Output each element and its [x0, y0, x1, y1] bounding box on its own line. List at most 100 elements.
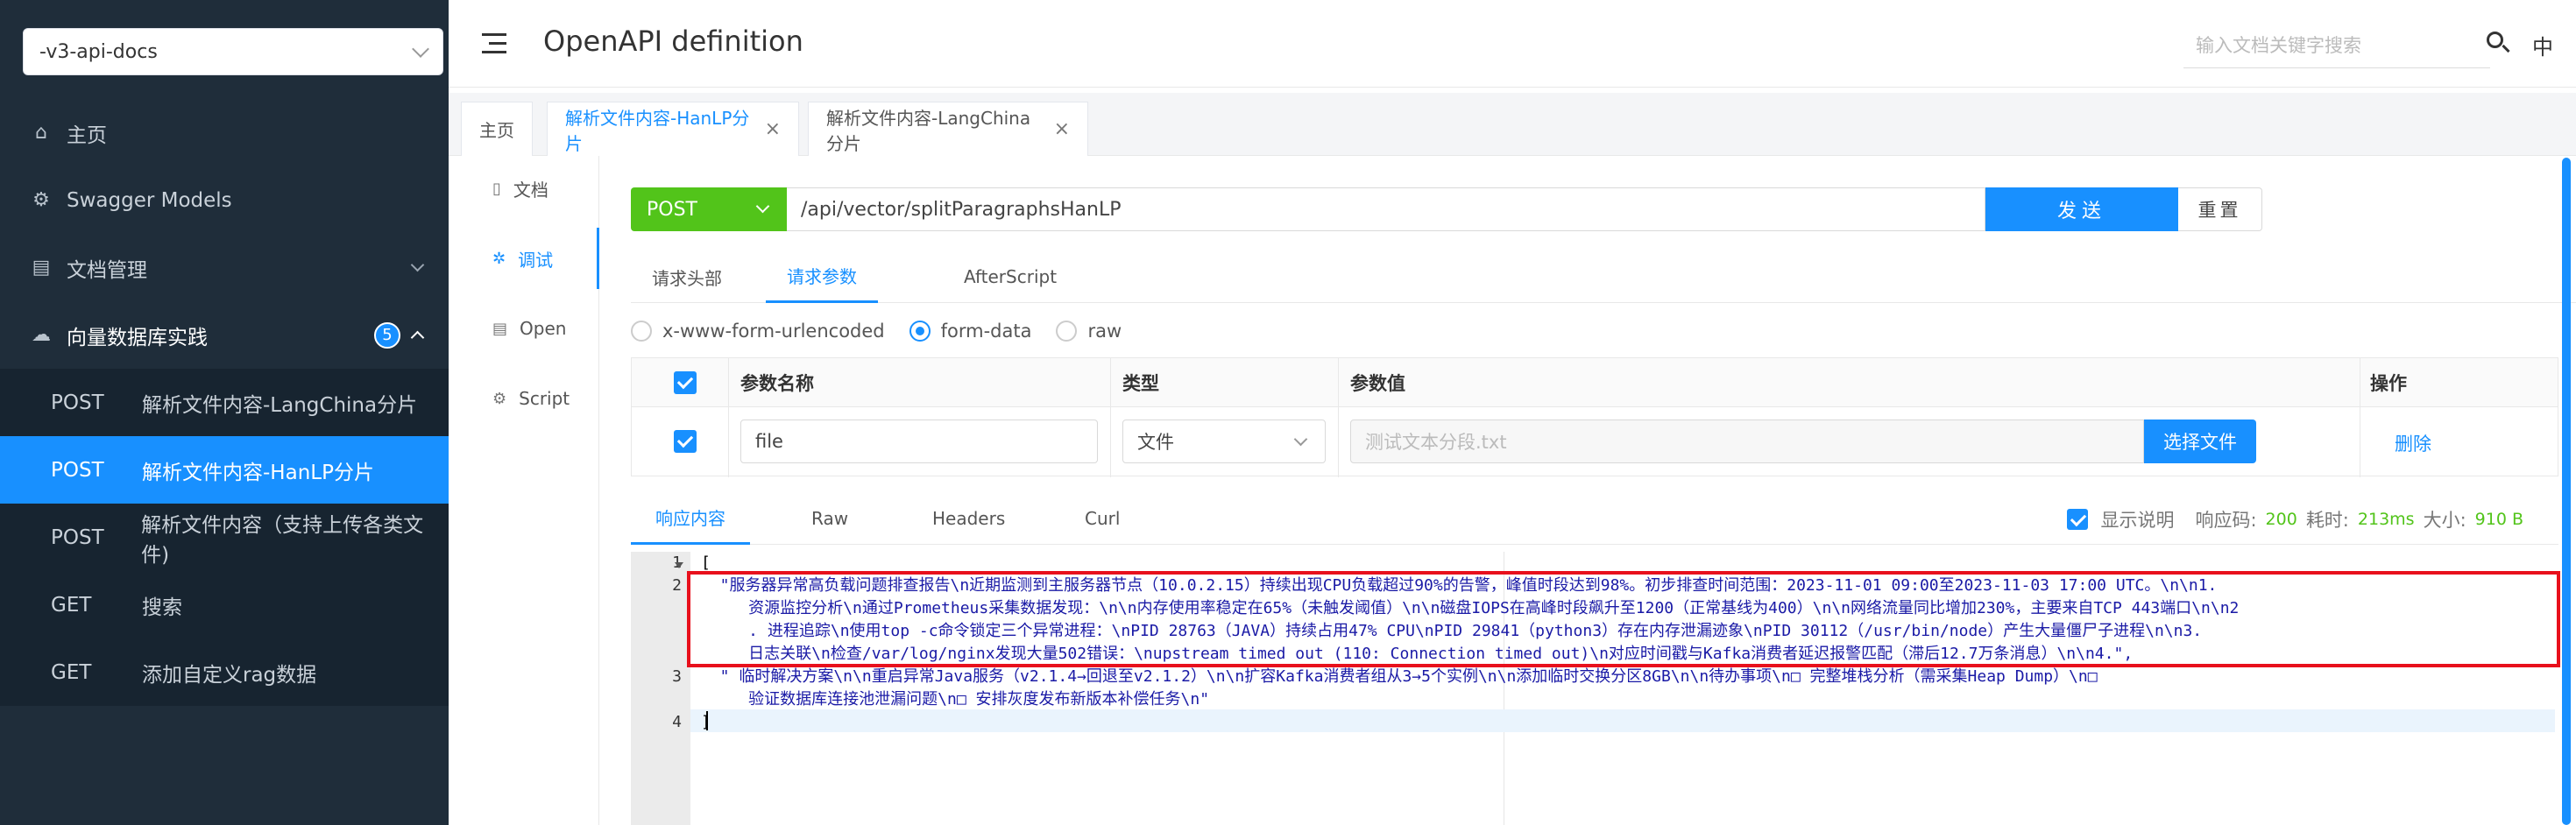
cloud-icon: ☁ [32, 324, 51, 346]
inner-tab-label: 调试 [518, 249, 554, 271]
collapse-menu-icon[interactable] [482, 33, 506, 54]
col-header-op: 操作 [2370, 372, 2407, 394]
line-number: 2 [672, 576, 682, 595]
radio-label: form-data [940, 321, 1032, 342]
sidebar-item-label: 主页 [67, 123, 107, 147]
chevron-up-icon [410, 330, 425, 345]
inner-tab-debug[interactable]: ✲ 调试 [449, 228, 599, 289]
radio-raw[interactable]: raw [1056, 321, 1122, 342]
inner-tab-open[interactable]: ▤ Open [449, 298, 599, 359]
sidebar-item-home[interactable]: ⌂ 主页 [0, 99, 449, 166]
api-label: 搜索 [142, 596, 182, 619]
radio-dot [1056, 321, 1078, 342]
sidebar-api-hanlp[interactable]: POST 解析文件内容-HanLP分片 [0, 436, 449, 504]
inner-tab-label: Script [519, 388, 570, 409]
chevron-down-icon [412, 40, 429, 58]
radio-urlencoded[interactable]: x-www-form-urlencoded [631, 321, 885, 342]
choose-file-button[interactable]: 选择文件 [2144, 420, 2256, 463]
api-label: 解析文件内容-HanLP分片 [142, 461, 374, 484]
size-label: 大小: [2423, 510, 2466, 531]
search-placeholder: 输入文档关键字搜索 [2196, 34, 2361, 56]
radio-dot [909, 321, 931, 342]
sidebar-item-doc-management[interactable]: ▤ 文档管理 [0, 234, 449, 301]
params-header-row: 参数名称 类型 参数值 操作 [632, 358, 2558, 407]
fold-icon[interactable] [675, 562, 683, 568]
tab-label: 解析文件内容-HanLP分片 [565, 107, 750, 154]
param-file-placeholder: 测试文本分段.txt [1365, 432, 1507, 453]
http-method: POST [51, 391, 104, 414]
col-header-type: 类型 [1122, 372, 1159, 394]
reset-button[interactable]: 重置 [2178, 187, 2262, 231]
rtab-raw[interactable]: Raw [811, 492, 848, 545]
tab-langchina[interactable]: 解析文件内容-LangChina分片 × [808, 102, 1088, 156]
sidebar-item-label: Swagger Models [67, 188, 232, 212]
show-desc-label: 显示说明 [2100, 510, 2175, 531]
subtab-afterscript[interactable]: AfterScript [964, 250, 1057, 303]
inner-tab-script[interactable]: ⚙ Script [449, 368, 599, 429]
language-switch[interactable]: 中 [2532, 30, 2553, 60]
active-line [690, 709, 2555, 732]
rtab-curl[interactable]: Curl [1085, 492, 1120, 545]
radio-label: x-www-form-urlencoded [662, 321, 885, 342]
sidebar-item-label: 向量数据库实践 [67, 326, 208, 349]
response-info: 显示说明 响应码: 200 耗时: 213ms 大小: 910 B [2067, 506, 2523, 532]
send-button[interactable]: 发送 [1985, 187, 2178, 231]
status-code: 200 [2265, 510, 2297, 529]
sidebar-item-swagger-models[interactable]: ⚙ Swagger Models [0, 166, 449, 234]
page-title: OpenAPI definition [543, 25, 803, 58]
param-file-input[interactable]: 测试文本分段.txt [1350, 420, 2144, 463]
show-desc-checkbox[interactable] [2067, 509, 2089, 530]
radio-form-data[interactable]: form-data [909, 321, 1032, 342]
sidebar-api-search[interactable]: GET 搜索 [0, 571, 449, 638]
close-icon[interactable]: × [1054, 118, 1070, 140]
code-line: " 临时解决方案\n\n重启异常Java服务（v2.1.4→回退至v2.1.2）… [701, 667, 2098, 686]
doc-search-input[interactable]: 输入文档关键字搜索 [2183, 21, 2490, 68]
chevron-down-icon [410, 257, 425, 272]
api-label: 添加自定义rag数据 [142, 663, 317, 687]
tab-hanlp[interactable]: 解析文件内容-HanLP分片 × [547, 102, 799, 156]
tab-label: 解析文件内容-LangChina分片 [826, 107, 1031, 154]
col-header-value: 参数值 [1350, 372, 1405, 394]
inner-tab-label: Open [520, 318, 567, 339]
gear-icon: ⚙ [32, 189, 50, 211]
search-icon[interactable] [2487, 32, 2510, 54]
code-line: 验证数据库连接池泄漏问题\n□ 安排灰度发布新版本补偿任务\n" [701, 690, 1210, 709]
line-number: 4 [672, 713, 682, 731]
inner-tab-label: 文档 [513, 179, 548, 201]
tab-home[interactable]: 主页 [461, 102, 533, 156]
rtab-content[interactable]: 响应内容 [631, 492, 750, 545]
response-time: 213ms [2357, 510, 2415, 529]
rtab-headers[interactable]: Headers [932, 492, 1005, 545]
http-method-select[interactable]: POST [631, 187, 787, 231]
bug-icon: ✲ [492, 249, 506, 268]
subtab-headers[interactable]: 请求头部 [652, 250, 722, 303]
delete-link[interactable]: 删除 [2395, 430, 2431, 456]
http-method: POST [51, 525, 104, 549]
sidebar-api-langchina[interactable]: POST 解析文件内容-LangChina分片 [0, 369, 449, 436]
api-inner-nav: ▯ 文档 ✲ 调试 ▤ Open ⚙ Script [449, 156, 599, 825]
col-header-name: 参数名称 [740, 372, 814, 394]
api-group-select[interactable]: -v3-api-docs [23, 28, 443, 75]
request-subtabs: 请求头部 请求参数 AfterScript [631, 250, 2576, 303]
params-table: 参数名称 类型 参数值 操作 file 文件 测试文本分段.txt 选择文件 删… [631, 357, 2558, 477]
http-method: GET [51, 660, 92, 684]
subtab-params[interactable]: 请求参数 [766, 250, 878, 303]
param-type-value: 文件 [1137, 432, 1174, 453]
url-input[interactable]: /api/vector/splitParagraphsHanLP [787, 187, 1985, 231]
chevron-down-icon [1293, 432, 1308, 447]
param-type-select[interactable]: 文件 [1122, 420, 1326, 463]
param-name-input[interactable]: file [740, 420, 1098, 463]
select-all-checkbox[interactable] [674, 358, 697, 406]
radio-dot [631, 321, 652, 342]
sidebar-api-upload-parse[interactable]: POST 解析文件内容（支持上传各类文件) [0, 504, 449, 571]
http-method: POST [51, 458, 104, 482]
vertical-scrollbar[interactable] [2562, 158, 2571, 825]
sidebar-submenu: POST 解析文件内容-LangChina分片 POST 解析文件内容-HanL… [0, 369, 449, 706]
sidebar-item-vector-db[interactable]: ☁ 向量数据库实践 5 [0, 301, 449, 369]
tab-label: 主页 [479, 120, 514, 141]
close-icon[interactable]: × [765, 118, 781, 140]
sidebar-api-add-rag[interactable]: GET 添加自定义rag数据 [0, 638, 449, 706]
api-label: 解析文件内容（支持上传各类文件) [141, 513, 424, 567]
row-checkbox[interactable] [674, 430, 697, 453]
inner-tab-doc[interactable]: ▯ 文档 [449, 158, 599, 219]
